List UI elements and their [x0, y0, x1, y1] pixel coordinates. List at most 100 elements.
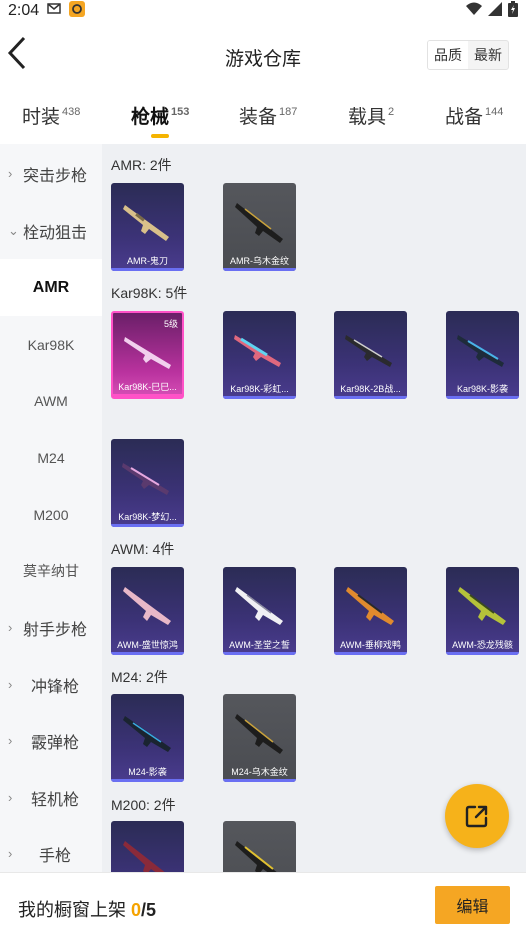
- app-notification-icon: [69, 0, 86, 22]
- group-title: AMR: 2件: [111, 157, 172, 173]
- sidebar-item-bolt-sniper[interactable]: ⌄ 栓动狙击: [0, 202, 102, 259]
- sidebar-item-m24[interactable]: M24: [0, 429, 102, 486]
- share-button[interactable]: [445, 784, 509, 848]
- weapon-card[interactable]: [111, 821, 184, 872]
- weapon-card[interactable]: AMR-鬼刀: [111, 183, 184, 271]
- sidebar-item-amr[interactable]: AMR: [0, 259, 102, 316]
- tab-count: 153: [171, 106, 190, 118]
- tab-count: 187: [279, 106, 298, 118]
- tab-label: 战备: [445, 107, 484, 128]
- tab-active-indicator: [151, 134, 169, 138]
- weapon-card[interactable]: Kar98K-影袭: [446, 311, 519, 399]
- weapon-card-name: AWM-盛世惊鸿: [117, 640, 178, 650]
- sidebar-item-label: 手枪: [38, 847, 71, 865]
- sidebar-item-label: 栓动狙击: [22, 224, 87, 242]
- tab-guns[interactable]: 枪械 153: [131, 102, 190, 138]
- chevron-right-icon: ›: [8, 166, 13, 181]
- tab-label: 时装: [22, 107, 61, 128]
- rifle-icon: [235, 203, 283, 243]
- showcase-count: 0: [131, 900, 142, 920]
- rifle-icon: [123, 841, 165, 872]
- sort-option-latest[interactable]: 最新: [468, 41, 508, 69]
- sidebar-item-marksman-rifle[interactable]: › 射手步枪: [0, 599, 102, 656]
- tab-vehicles[interactable]: 载具 2: [348, 102, 394, 129]
- sidebar-item-label: 冲锋枪: [30, 678, 79, 696]
- sidebar-item-m200[interactable]: M200: [0, 486, 102, 543]
- sidebar-item-shotgun[interactable]: › 霰弹枪: [0, 712, 102, 769]
- weapon-card[interactable]: Kar98K-梦幻...: [111, 439, 184, 527]
- category-tabs: 时装 438 枪械 153 装备 187 载具 2 战备 144: [0, 86, 526, 144]
- weapon-category-sidebar: › 突击步枪 ⌄ 栓动狙击 AMR Kar98K AWM M24 M200 莫辛…: [0, 144, 102, 872]
- weapon-card-name: Kar98K-巳巳...: [118, 382, 177, 392]
- weapon-grid: AMR: 2件 AMR-鬼刀 AMR-乌木金纹 Kar98K: 5件 5级 Ka…: [102, 144, 526, 872]
- rifle-icon: [457, 335, 504, 367]
- rarity-bar: [113, 394, 182, 397]
- rifle-icon: [124, 337, 171, 369]
- signal-icon: [488, 1, 502, 21]
- weapon-card[interactable]: Kar98K-2B战...: [334, 311, 407, 399]
- sidebar-item-label: M200: [33, 506, 69, 523]
- weapon-card[interactable]: M24-乌木金纹: [223, 694, 296, 782]
- weapon-card[interactable]: Kar98K-彩虹...: [223, 311, 296, 399]
- weapon-card[interactable]: 5级 Kar98K-巳巳...: [111, 311, 184, 399]
- weapon-card[interactable]: AWM-圣堂之誓: [223, 567, 296, 655]
- weapon-card-name: M24-乌木金纹: [231, 767, 288, 777]
- rifle-icon: [234, 335, 281, 367]
- rarity-bar: [111, 779, 184, 782]
- rifle-icon: [122, 463, 169, 495]
- share-icon: [465, 805, 488, 828]
- weapon-card[interactable]: M24-影袭: [111, 694, 184, 782]
- sidebar-item-label: AMR: [32, 278, 70, 296]
- weapon-card[interactable]: [223, 821, 296, 872]
- rifle-icon: [235, 841, 277, 872]
- back-arrow-icon[interactable]: [6, 36, 30, 70]
- sidebar-item-awm[interactable]: AWM: [0, 372, 102, 429]
- chevron-right-icon: ›: [8, 677, 13, 692]
- sidebar-item-label: 轻机枪: [30, 791, 79, 809]
- rarity-bar: [111, 524, 184, 527]
- rarity-bar: [446, 652, 519, 655]
- weapon-card[interactable]: AWM-盛世惊鸿: [111, 567, 184, 655]
- tab-equipment[interactable]: 装备 187: [239, 102, 297, 129]
- chevron-right-icon: ›: [8, 790, 13, 805]
- weapon-card-name: AWM-圣堂之誓: [229, 640, 290, 650]
- weapon-card-name: AWM-恐龙残骸: [452, 640, 513, 650]
- weapon-card[interactable]: AWM-恐龙残骸: [446, 567, 519, 655]
- edit-button[interactable]: 编辑: [435, 886, 510, 924]
- tab-label: 载具: [348, 107, 387, 128]
- group-title: M200: 2件: [111, 797, 176, 813]
- sidebar-item-kar98k[interactable]: Kar98K: [0, 316, 102, 373]
- chevron-down-icon: ⌄: [8, 222, 19, 238]
- tab-count: 2: [388, 106, 395, 118]
- sidebar-item-label: 霰弹枪: [30, 734, 79, 752]
- sidebar-item-lmg[interactable]: › 轻机枪: [0, 769, 102, 826]
- sidebar-item-mosin[interactable]: 莫辛纳甘: [0, 542, 102, 599]
- rifle-icon: [235, 714, 283, 754]
- status-time: 2:04: [8, 2, 40, 19]
- sidebar-item-label: 莫辛纳甘: [23, 562, 79, 579]
- tab-supplies[interactable]: 战备 144: [445, 102, 503, 129]
- header: 游戏仓库 品质 最新: [0, 22, 526, 86]
- showcase-total: /5: [141, 900, 157, 920]
- weapon-card[interactable]: AWM-垂柳戏鸭: [334, 567, 407, 655]
- sidebar-item-pistol[interactable]: › 手枪: [0, 825, 102, 872]
- status-bar: 2:04: [0, 0, 526, 22]
- sidebar-item-label: AWM: [34, 392, 68, 409]
- rarity-bar: [111, 268, 184, 271]
- wifi-icon: [466, 2, 482, 21]
- rifle-icon: [346, 587, 394, 625]
- sort-toggle: 品质 最新: [427, 40, 509, 70]
- rifle-icon: [123, 205, 169, 241]
- mail-icon: [47, 2, 63, 21]
- weapon-card-name: AMR-乌木金纹: [230, 256, 289, 266]
- rarity-bar: [223, 779, 296, 782]
- tab-fashion[interactable]: 时装 438: [22, 102, 80, 129]
- sidebar-item-assault-rifle[interactable]: › 突击步枪: [0, 145, 102, 202]
- sidebar-item-smg[interactable]: › 冲锋枪: [0, 656, 102, 713]
- sidebar-item-label: M24: [37, 449, 65, 466]
- tab-count: 144: [485, 106, 504, 118]
- weapon-card[interactable]: AMR-乌木金纹: [223, 183, 296, 271]
- rarity-bar: [223, 396, 296, 399]
- sort-option-quality[interactable]: 品质: [428, 41, 468, 69]
- group-title: M24: 2件: [111, 669, 168, 685]
